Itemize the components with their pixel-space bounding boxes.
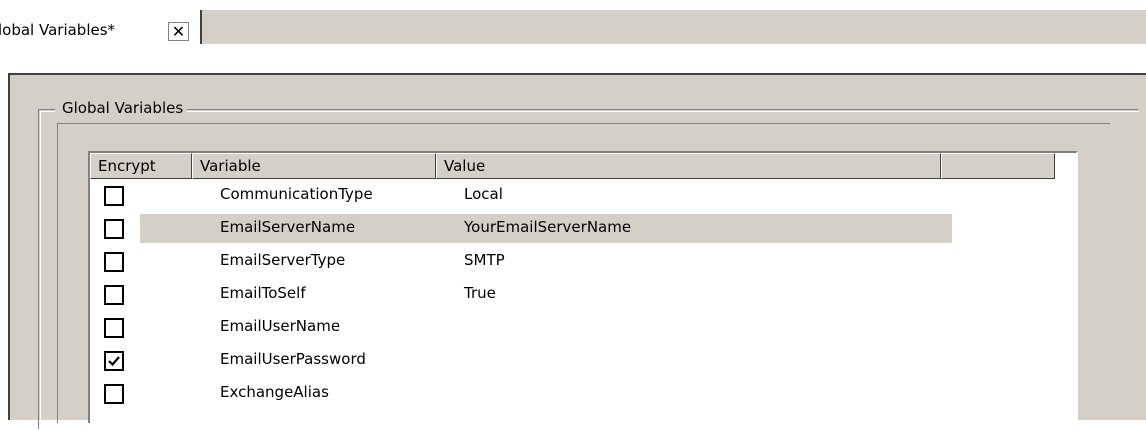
- column-header-encrypt[interactable]: Encrypt: [90, 153, 192, 179]
- close-icon[interactable]: ✕: [168, 22, 189, 41]
- groupbox-title: Global Variables: [55, 99, 188, 117]
- encrypt-checkbox[interactable]: [104, 186, 124, 206]
- list-header: Encrypt Variable Value: [90, 153, 1076, 179]
- encrypt-checkbox[interactable]: [104, 219, 124, 239]
- tab-strip-top-border: [0, 0, 1146, 10]
- editor-panel: Global Variables Encrypt Variable Value …: [8, 73, 1146, 429]
- encrypt-checkbox[interactable]: [104, 384, 124, 404]
- column-header-blank[interactable]: [941, 153, 1055, 179]
- variable-name-cell: EmailUserPassword: [220, 350, 366, 368]
- variable-name-cell: EmailUserName: [220, 317, 341, 335]
- variables-list[interactable]: Encrypt Variable Value CommunicationType…: [88, 151, 1078, 423]
- variable-value-cell[interactable]: True: [464, 284, 496, 302]
- tab-global-variables[interactable]: lobal Variables* ✕: [0, 10, 202, 44]
- variable-value-cell[interactable]: YourEmailServerName: [464, 218, 631, 236]
- table-row[interactable]: EmailServerType SMTP: [90, 245, 1076, 278]
- column-header-variable[interactable]: Variable: [192, 153, 436, 179]
- variable-name-cell: EmailToSelf: [220, 284, 306, 302]
- encrypt-checkbox-checked[interactable]: [104, 351, 124, 371]
- encrypt-checkbox[interactable]: [104, 285, 124, 305]
- variable-value-cell[interactable]: SMTP: [464, 251, 505, 269]
- tab-title: lobal Variables*: [0, 21, 116, 39]
- variable-name-cell: CommunicationType: [220, 185, 373, 203]
- table-row[interactable]: EmailUserPassword: [90, 344, 1076, 377]
- column-header-value[interactable]: Value: [436, 153, 941, 179]
- variable-name-cell: EmailServerName: [220, 218, 356, 236]
- encrypt-checkbox[interactable]: [104, 318, 124, 338]
- encrypt-checkbox[interactable]: [104, 252, 124, 272]
- table-row[interactable]: EmailServerName YourEmailServerName: [90, 212, 1076, 245]
- table-row[interactable]: ExchangeAlias: [90, 377, 1076, 410]
- table-row[interactable]: EmailToSelf True: [90, 278, 1076, 311]
- checkmark-icon: [108, 356, 120, 367]
- variable-name-cell: EmailServerType: [220, 251, 346, 269]
- variable-value-cell[interactable]: Local: [464, 185, 503, 203]
- tab-strip: lobal Variables* ✕: [0, 0, 1146, 45]
- table-row[interactable]: CommunicationType Local: [90, 179, 1076, 212]
- list-body: CommunicationType Local EmailServerName You…: [90, 179, 1076, 410]
- variable-name-cell: ExchangeAlias: [220, 383, 329, 401]
- table-row[interactable]: EmailUserName: [90, 311, 1076, 344]
